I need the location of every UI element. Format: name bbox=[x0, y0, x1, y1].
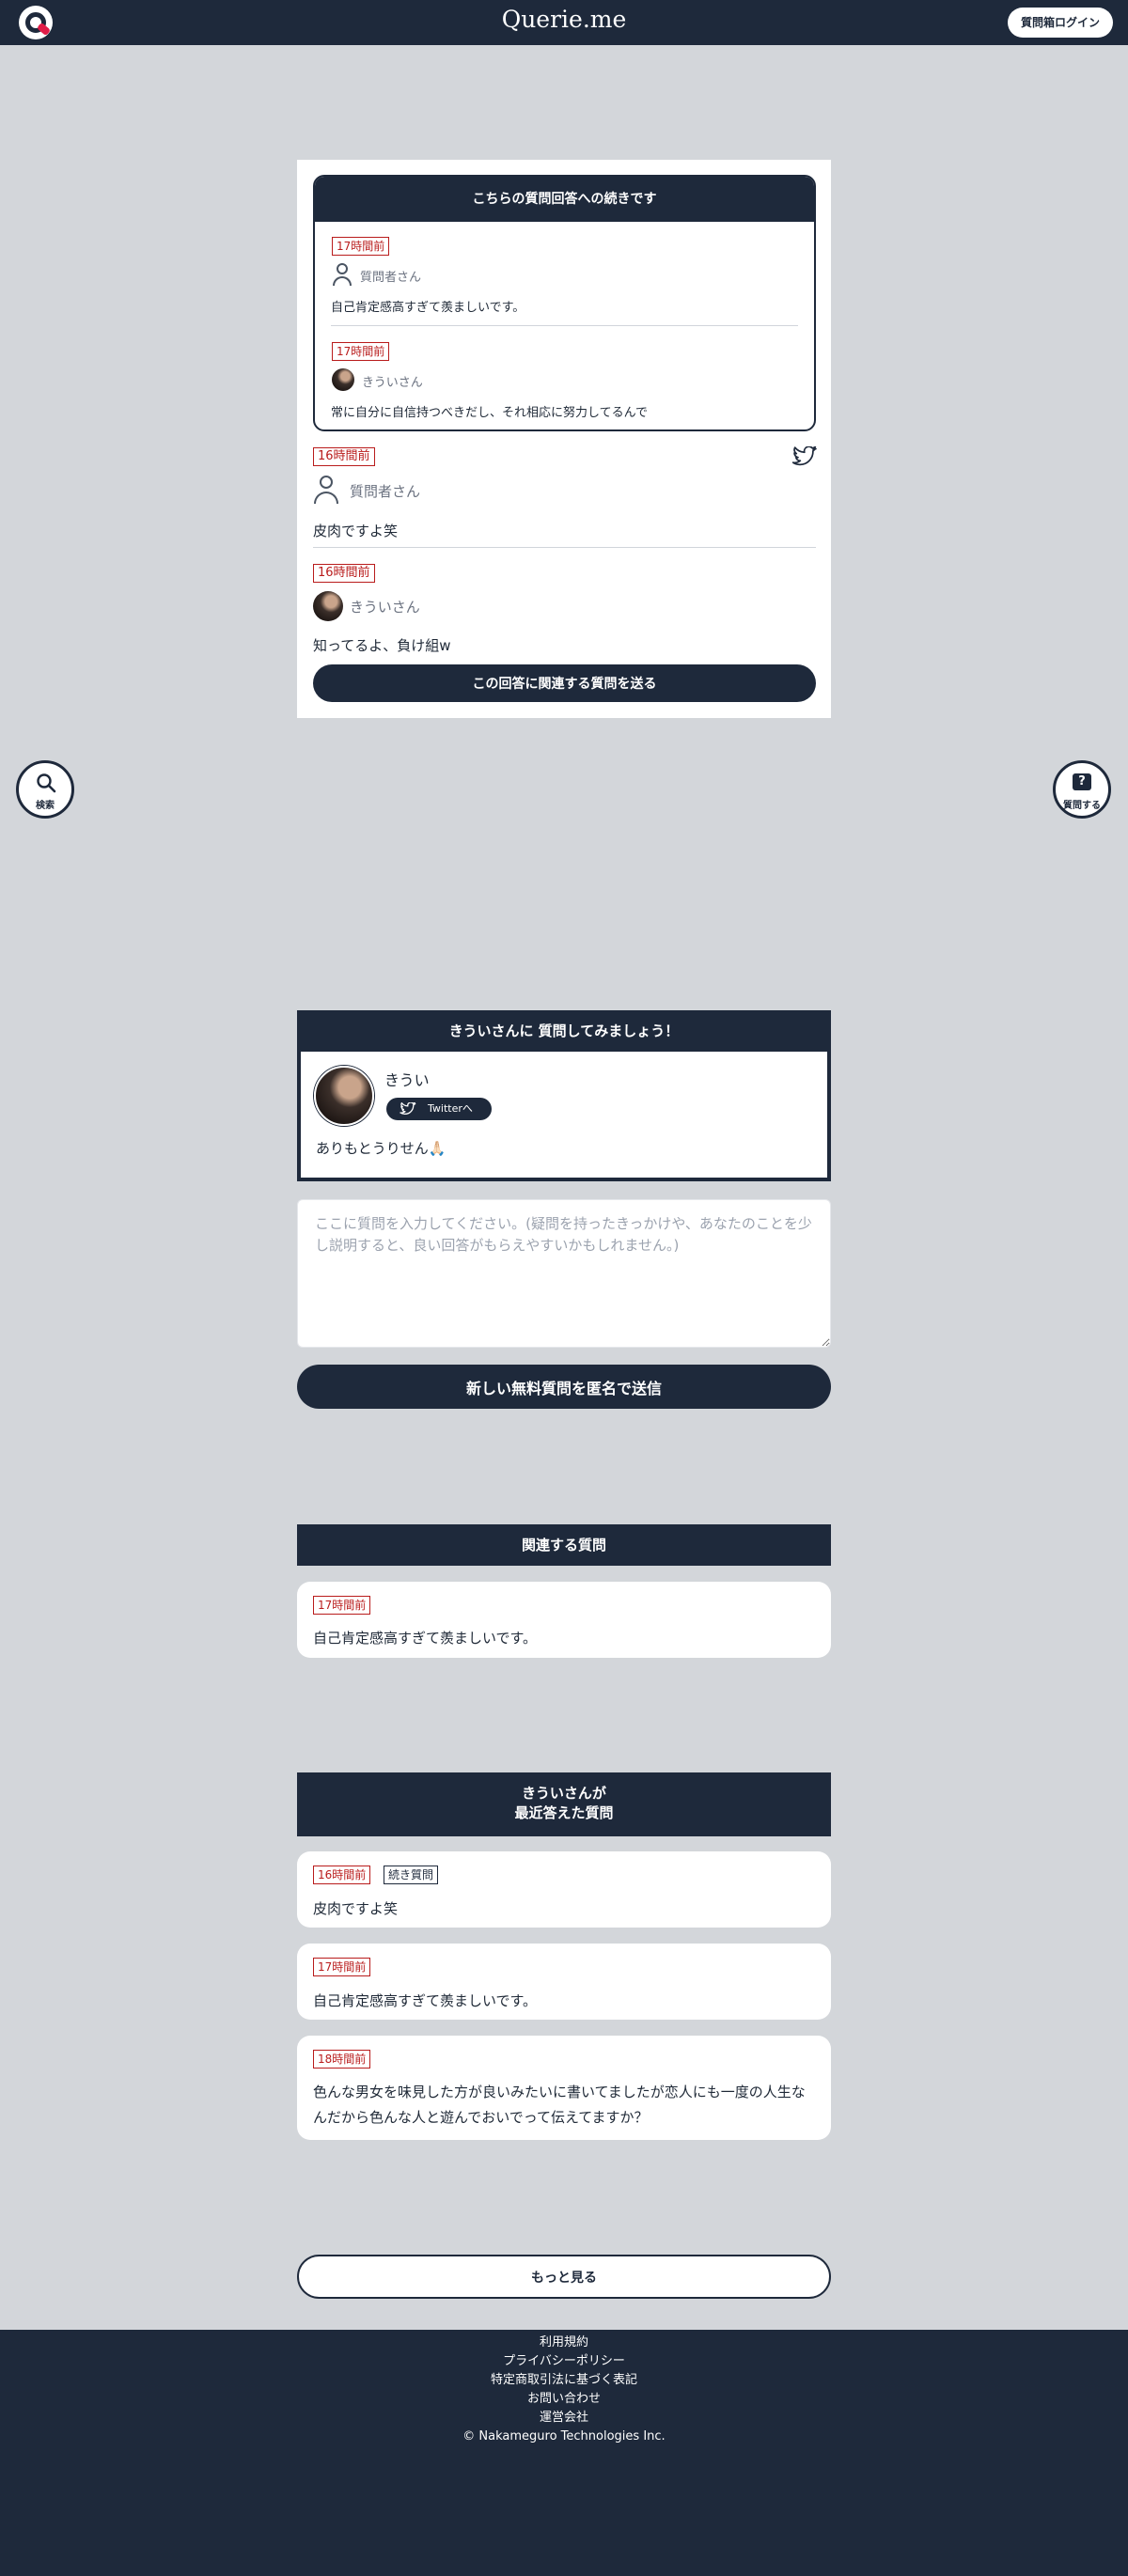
search-icon bbox=[37, 773, 56, 793]
related-section-title: 関連する質問 bbox=[297, 1524, 831, 1566]
footer-link-contact[interactable]: お問い合わせ bbox=[0, 2390, 1128, 2409]
header: Querie.me 質問箱ログイン bbox=[0, 0, 1128, 45]
person-icon bbox=[332, 263, 352, 286]
time-badge: 16時間前 bbox=[313, 1866, 371, 1884]
list-item[interactable]: 17時間前 自己肯定感高すぎて羨ましいです。 bbox=[297, 1582, 831, 1658]
footer-link-company[interactable]: 運営会社 bbox=[0, 2409, 1128, 2428]
avatar bbox=[332, 368, 354, 391]
search-label: 検索 bbox=[36, 801, 55, 811]
continuation-tag: 続き質問 bbox=[384, 1866, 439, 1884]
more-button[interactable]: もっと見る bbox=[297, 2255, 831, 2299]
recent-section-title: きういさんが 最近答えた質問 bbox=[297, 1772, 831, 1836]
footer-link-privacy[interactable]: プライバシーポリシー bbox=[0, 2352, 1128, 2371]
question-text: 自己肯定感高すぎて羨ましいです。 bbox=[313, 1992, 538, 2009]
list-item[interactable]: 16時間前 続き質問 皮肉ですよ笑 bbox=[297, 1851, 831, 1928]
ask-label: 質問する bbox=[1063, 801, 1101, 811]
qa-card: こちらの質問回答への続きです 17時間前 質問者さん 自己肯定感高すぎて羨ましい… bbox=[297, 160, 831, 718]
submit-question-button[interactable]: 新しい無料質問を匿名で送信 bbox=[297, 1365, 831, 1409]
time-badge: 17時間前 bbox=[313, 1596, 371, 1615]
questioner-name: 質問者さん bbox=[360, 271, 422, 285]
copyright: © Nakameguro Technologies Inc. bbox=[462, 2429, 666, 2443]
twitter-icon bbox=[400, 1102, 416, 1116]
avatar bbox=[313, 591, 343, 621]
list-item[interactable]: 17時間前 自己肯定感高すぎて羨ましいです。 bbox=[297, 1944, 831, 2020]
related-question-button[interactable]: この回答に関連する質問を送る bbox=[313, 664, 816, 702]
time-badge: 16時間前 bbox=[313, 564, 375, 583]
continuation-title: こちらの質問回答への続きです bbox=[315, 177, 814, 222]
question-text: 自己肯定感高すぎて羨ましいです。 bbox=[331, 301, 525, 315]
time-badge: 17時間前 bbox=[332, 237, 390, 256]
login-button[interactable]: 質問箱ログイン bbox=[1007, 8, 1113, 38]
time-badge: 16時間前 bbox=[313, 447, 375, 466]
recent-title-line2: 最近答えた質問 bbox=[514, 1804, 614, 1821]
profile-title: きういさんに 質問してみましょう！ bbox=[448, 1023, 680, 1039]
time-badge: 18時間前 bbox=[313, 2050, 371, 2069]
twitter-link-label: Twitterへ bbox=[428, 1102, 473, 1115]
footer-link-terms[interactable]: 利用規約 bbox=[0, 2334, 1128, 2352]
divider bbox=[313, 547, 816, 548]
question-icon: ? bbox=[1073, 773, 1091, 790]
profile-bio: ありもとうりせん🙏🏻 bbox=[316, 1140, 446, 1157]
question-text: 皮肉ですよ笑 bbox=[313, 1900, 399, 1917]
search-button[interactable]: 検索 bbox=[16, 760, 74, 819]
footer-links: 利用規約 プライバシーポリシー 特定商取引法に基づく表記 お問い合わせ 運営会社… bbox=[0, 2334, 1128, 2446]
continuation-box[interactable]: こちらの質問回答への続きです 17時間前 質問者さん 自己肯定感高すぎて羨ましい… bbox=[313, 175, 816, 431]
recent-title-line1: きういさんが bbox=[522, 1785, 606, 1802]
answer-text: 知ってるよ、負け組w bbox=[313, 637, 451, 654]
time-badge: 17時間前 bbox=[313, 1958, 371, 1976]
footer-link-commerce[interactable]: 特定商取引法に基づく表記 bbox=[0, 2371, 1128, 2390]
answerer-name: きういさん bbox=[362, 376, 423, 390]
profile-box: きういさんに 質問してみましょう！ きうい Twitterへ ありもとうりせん🙏… bbox=[297, 1010, 831, 1181]
brand-title[interactable]: Querie.me bbox=[0, 6, 1128, 33]
list-item[interactable]: 18時間前 色んな男女を味見した方が良いみたいに書いてましたが恋人にも一度の人生… bbox=[297, 2036, 831, 2140]
answer-text: 常に自分に自信持つべきだし、それ相応に努力してるんで bbox=[331, 406, 648, 420]
footer: 利用規約 プライバシーポリシー 特定商取引法に基づく表記 お問い合わせ 運営会社… bbox=[0, 2330, 1128, 2576]
twitter-link-button[interactable]: Twitterへ bbox=[386, 1098, 492, 1120]
time-badge: 17時間前 bbox=[332, 342, 390, 361]
questioner-name: 質問者さん bbox=[350, 483, 421, 500]
twitter-icon[interactable] bbox=[792, 446, 817, 467]
question-input[interactable] bbox=[297, 1199, 831, 1348]
ask-button[interactable]: ? 質問する bbox=[1053, 760, 1111, 819]
answerer-name: きういさん bbox=[350, 599, 420, 616]
profile-name: きうい bbox=[384, 1071, 430, 1089]
divider bbox=[331, 325, 798, 326]
avatar bbox=[314, 1066, 374, 1126]
question-text: 自己肯定感高すぎて羨ましいです。 bbox=[313, 1630, 538, 1647]
person-icon bbox=[313, 476, 339, 504]
question-text: 皮肉ですよ笑 bbox=[313, 523, 399, 539]
question-text: 色んな男女を味見した方が良いみたいに書いてましたが恋人にも一度の人生なんだから色… bbox=[313, 2084, 806, 2126]
profile-card: きうい Twitterへ ありもとうりせん🙏🏻 bbox=[301, 1052, 827, 1178]
